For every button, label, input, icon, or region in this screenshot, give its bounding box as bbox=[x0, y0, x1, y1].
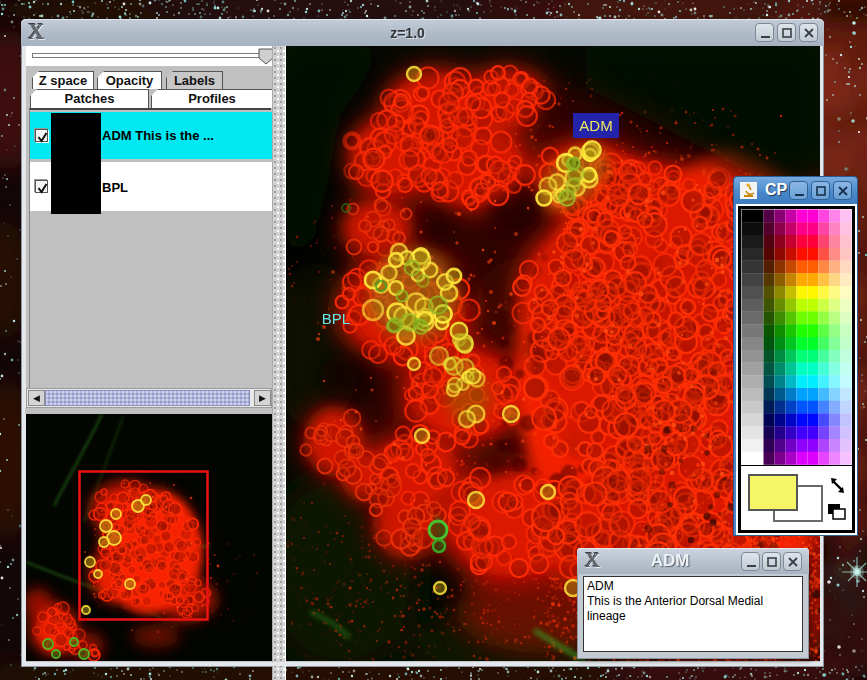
svg-text:ADM: ADM bbox=[579, 117, 612, 134]
svg-text:BPL: BPL bbox=[322, 310, 350, 327]
